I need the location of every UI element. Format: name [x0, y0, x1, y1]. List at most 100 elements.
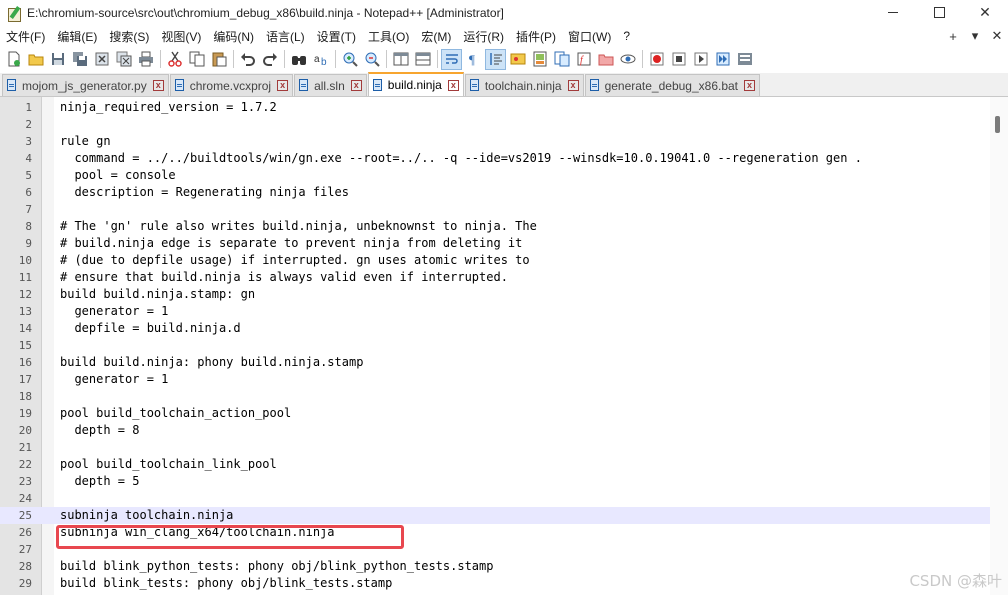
code-line[interactable]: 2 [0, 116, 990, 133]
menu-plugins[interactable]: 插件(P) [510, 28, 562, 45]
play-macro-button[interactable] [690, 49, 711, 70]
code-line[interactable]: 5 pool = console [0, 167, 990, 184]
code-line[interactable]: 28 build blink_python_tests: phony obj/bl… [0, 558, 990, 575]
save-button[interactable] [47, 49, 68, 70]
tab-close-icon[interactable]: x [567, 80, 579, 91]
menu-file[interactable]: 文件(F) [0, 28, 51, 45]
menu-language[interactable]: 语言(L) [260, 28, 311, 45]
tab-list-dropdown-icon[interactable]: ▾ [964, 28, 986, 44]
code-line[interactable]: 29 build blink_tests: phony obj/blink_tes… [0, 575, 990, 592]
code-line[interactable]: 24 [0, 490, 990, 507]
code-line[interactable]: 9 # build.ninja edge is separate to preve… [0, 235, 990, 252]
code-line[interactable]: 15 [0, 337, 990, 354]
tab-close-icon[interactable]: x [277, 80, 289, 91]
code-line[interactable]: 25 subninja toolchain.ninja [0, 507, 990, 524]
indent-guide-button[interactable] [485, 48, 506, 70]
tab-mojom-js-generator[interactable]: mojom_js_generator.py x [2, 74, 169, 96]
close-window-button[interactable]: ✕ [962, 0, 1008, 25]
user-defined-language-button[interactable] [507, 49, 528, 70]
code-line[interactable]: 6 description = Regenerating ninja files [0, 184, 990, 201]
toolbar-separator [233, 50, 234, 68]
minimize-button[interactable] [870, 0, 916, 25]
vertical-scrollbar[interactable] [990, 97, 1008, 595]
folder-workspace-button[interactable] [595, 49, 616, 70]
menu-view[interactable]: 视图(V) [155, 28, 207, 45]
menu-search[interactable]: 搜索(S) [103, 28, 155, 45]
redo-button[interactable] [259, 49, 280, 70]
menu-window[interactable]: 窗口(W) [562, 28, 617, 45]
code-line[interactable]: 8 # The 'gn' rule also writes build.ninja… [0, 218, 990, 235]
code-line[interactable]: 11 # ensure that build.ninja is always va… [0, 269, 990, 286]
undo-button[interactable] [237, 49, 258, 70]
save-icon [51, 53, 64, 65]
close-all-button[interactable] [113, 49, 134, 70]
record-macro-button[interactable] [646, 49, 667, 70]
tab-chrome-vcxproj[interactable]: chrome.vcxproj x [169, 74, 294, 96]
code-line[interactable]: 20 depth = 8 [0, 422, 990, 439]
code-line[interactable]: 17 generator = 1 [0, 371, 990, 388]
menu-tools[interactable]: 工具(O) [362, 28, 415, 45]
tab-close-icon[interactable]: x [350, 80, 362, 91]
annotation-highlight-box [56, 525, 404, 549]
eye-icon [620, 54, 635, 64]
tab-close-icon[interactable]: x [447, 79, 459, 91]
menu-macro[interactable]: 宏(M) [415, 28, 457, 45]
new-tab-plus-icon[interactable]: + [942, 29, 964, 44]
toolbar: ab ¶ f [0, 47, 1008, 71]
sync-vertical-button[interactable] [390, 49, 411, 70]
menu-help[interactable]: ? [617, 29, 636, 43]
find-button[interactable] [288, 49, 309, 70]
tab-close-icon[interactable]: x [152, 80, 164, 91]
line-text: generator = 1 [60, 372, 169, 386]
tab-build-ninja[interactable]: build.ninja x [367, 72, 464, 96]
maximize-button[interactable] [916, 0, 962, 25]
menu-encoding[interactable]: 编码(N) [207, 28, 260, 45]
scrollbar-thumb[interactable] [995, 116, 1000, 133]
open-file-button[interactable] [25, 49, 46, 70]
tab-close-icon[interactable]: x [744, 80, 756, 91]
editor-area[interactable]: 1 ninja_required_version = 1.7.2 2 3 rule gn… [0, 97, 1008, 595]
menu-edit[interactable]: 编辑(E) [51, 28, 103, 45]
code-line[interactable]: 3 rule gn [0, 133, 990, 150]
code-line[interactable]: 18 [0, 388, 990, 405]
document-map-button[interactable] [529, 49, 550, 70]
sync-horizontal-button[interactable] [412, 49, 433, 70]
paste-button[interactable] [208, 49, 229, 70]
code-line[interactable]: 23 depth = 5 [0, 473, 990, 490]
document-list-button[interactable] [551, 49, 572, 70]
save-macro-button[interactable] [734, 49, 755, 70]
zoom-in-button[interactable] [339, 49, 360, 70]
close-button[interactable] [91, 49, 112, 70]
code-line[interactable]: 19 pool build_toolchain_action_pool [0, 405, 990, 422]
code-line[interactable]: 12 build build.ninja.stamp: gn [0, 286, 990, 303]
code-line[interactable]: 13 generator = 1 [0, 303, 990, 320]
save-all-button[interactable] [69, 49, 90, 70]
tab-generate-debug-x86-bat[interactable]: generate_debug_x86.bat x [584, 74, 761, 96]
new-file-button[interactable] [3, 49, 24, 70]
code-line[interactable]: 10 # (due to depfile usage) if interrupte… [0, 252, 990, 269]
close-document-icon[interactable]: ✕ [986, 28, 1008, 44]
function-list-button[interactable]: f [573, 49, 594, 70]
tab-all-sln[interactable]: all.sln x [294, 74, 367, 96]
word-wrap-button[interactable] [441, 48, 462, 70]
run-macro-multiple-button[interactable] [712, 49, 733, 70]
code-line[interactable]: 7 [0, 201, 990, 218]
code-line[interactable]: 4 command = ../../buildtools/win/gn.exe … [0, 150, 990, 167]
stop-macro-button[interactable] [668, 49, 689, 70]
tab-toolchain-ninja[interactable]: toolchain.ninja x [464, 74, 584, 96]
replace-button[interactable]: ab [310, 49, 331, 70]
code-line[interactable]: 1 ninja_required_version = 1.7.2 [0, 99, 990, 116]
code-line[interactable]: 16 build build.ninja: phony build.ninja.s… [0, 354, 990, 371]
code-line[interactable]: 21 [0, 439, 990, 456]
menu-settings[interactable]: 设置(T) [311, 28, 362, 45]
toolbar-separator [386, 50, 387, 68]
show-all-characters-button[interactable]: ¶ [463, 49, 484, 70]
print-button[interactable] [135, 49, 156, 70]
cut-button[interactable] [164, 49, 185, 70]
code-line[interactable]: 14 depfile = build.ninja.d [0, 320, 990, 337]
monitoring-button[interactable] [617, 49, 638, 70]
zoom-out-button[interactable] [361, 49, 382, 70]
copy-button[interactable] [186, 49, 207, 70]
menu-run[interactable]: 运行(R) [457, 28, 510, 45]
code-line[interactable]: 22 pool build_toolchain_link_pool [0, 456, 990, 473]
